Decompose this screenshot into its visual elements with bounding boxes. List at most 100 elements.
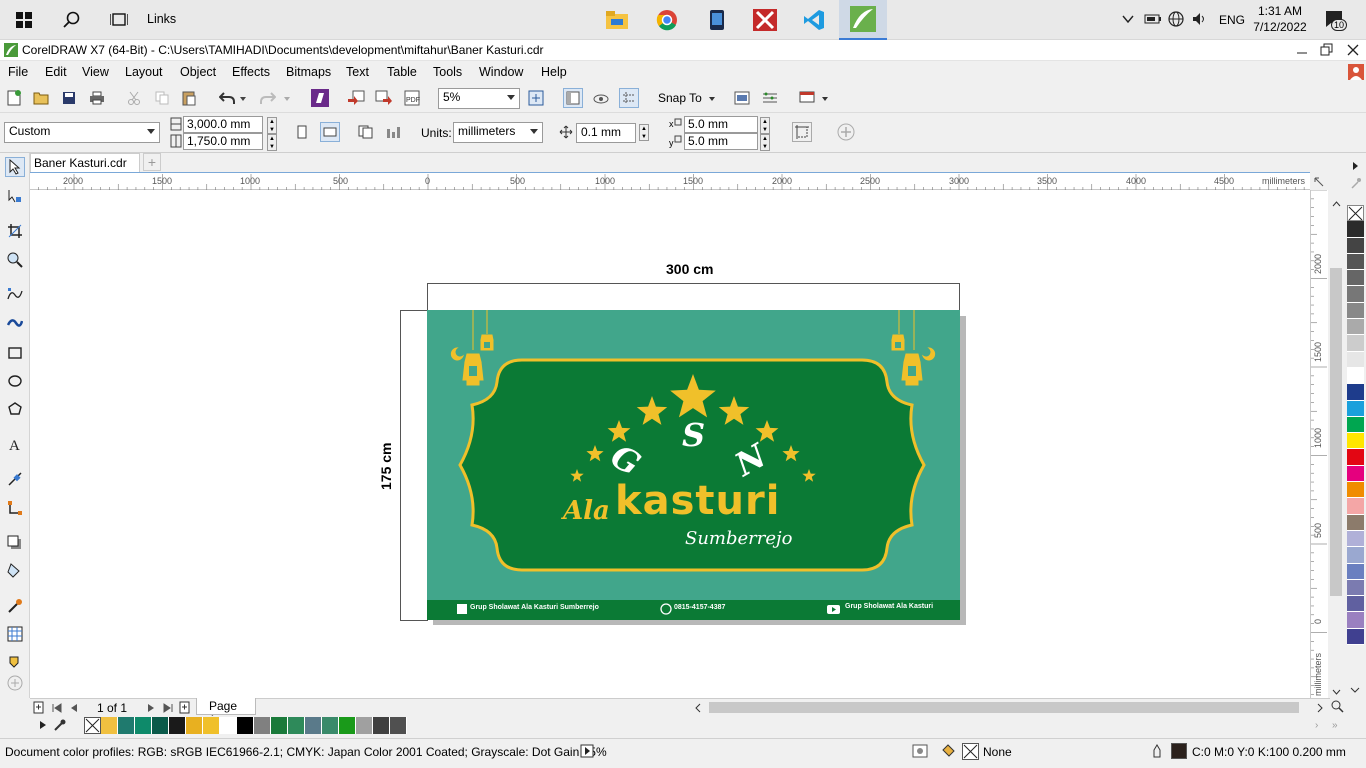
coreldraw-app-icon[interactable]: [4, 43, 18, 60]
nudge-spinner[interactable]: ▲ ▼: [639, 124, 649, 141]
outline-pen-icon[interactable]: [1151, 743, 1163, 762]
previous-page-icon[interactable]: [70, 702, 78, 716]
rectangle-tool-icon[interactable]: [5, 343, 25, 363]
page-width-spinner[interactable]: ▲ ▼: [267, 117, 277, 134]
width-dimension-label[interactable]: 300 cm: [666, 261, 713, 277]
add-tool-icon[interactable]: [5, 674, 25, 692]
search-content-icon[interactable]: [310, 88, 330, 108]
color-proof-icon[interactable]: [912, 744, 928, 761]
palette-swatch[interactable]: [1347, 221, 1364, 238]
redo-dropdown-icon[interactable]: [284, 97, 290, 101]
document-palette-swatch[interactable]: [271, 717, 288, 734]
menu-object[interactable]: Object: [180, 65, 216, 79]
network-globe-icon[interactable]: [1168, 11, 1184, 30]
chevron-up-icon[interactable]: [1122, 13, 1134, 27]
import-icon[interactable]: [346, 88, 366, 108]
duplicate-x-spinner[interactable]: ▲ ▼: [760, 117, 770, 134]
show-grid-icon[interactable]: [591, 88, 611, 108]
add-quick-customize-icon[interactable]: [836, 122, 856, 142]
menu-table[interactable]: Table: [387, 65, 417, 79]
menu-effects[interactable]: Effects: [232, 65, 270, 79]
document-palette-swatch[interactable]: [203, 717, 220, 734]
height-dimension-box[interactable]: [400, 310, 428, 621]
welcome-screen-icon[interactable]: [797, 88, 817, 108]
document-palette-more-icon[interactable]: »: [1332, 720, 1338, 731]
menu-edit[interactable]: Edit: [45, 65, 67, 79]
scroll-down-icon[interactable]: [1332, 684, 1341, 698]
document-palette-swatch[interactable]: [152, 717, 169, 734]
color-eyedropper-icon[interactable]: [5, 596, 25, 616]
menu-tools[interactable]: Tools: [433, 65, 462, 79]
volume-icon[interactable]: [1192, 12, 1208, 29]
add-page-icon[interactable]: [33, 701, 45, 717]
document-palette-swatch[interactable]: [186, 717, 203, 734]
transparency-tool-icon[interactable]: [5, 561, 25, 581]
menu-view[interactable]: View: [82, 65, 109, 79]
document-palette-swatch[interactable]: [339, 717, 356, 734]
snap-to-dropdown-icon[interactable]: [709, 97, 715, 101]
palette-swatch[interactable]: [1347, 351, 1364, 368]
scroll-left-icon[interactable]: [695, 702, 701, 716]
clock[interactable]: 1:31 AM 7/12/2022: [1252, 3, 1308, 35]
scroll-right-icon[interactable]: [1317, 702, 1323, 716]
duplicate-distance-y-field[interactable]: 5.0 mm: [684, 133, 758, 150]
horizontal-ruler[interactable]: 2000 1500 1000 500 0 500 1000 1500 2000 …: [30, 172, 1310, 190]
document-palette-swatch[interactable]: [322, 717, 339, 734]
cut-icon[interactable]: [124, 88, 144, 108]
nudge-distance-field[interactable]: 0.1 mm: [576, 123, 636, 143]
task-view-icon[interactable]: [105, 6, 133, 34]
crop-tool-icon[interactable]: [5, 221, 25, 241]
palette-swatch[interactable]: [1347, 465, 1364, 483]
print-icon[interactable]: [87, 88, 107, 108]
artistic-media-icon[interactable]: [5, 313, 25, 333]
copy-icon[interactable]: [152, 88, 172, 108]
palette-swatch[interactable]: [1347, 416, 1364, 434]
outline-color-swatch[interactable]: [1171, 743, 1187, 759]
undo-icon[interactable]: [217, 88, 237, 108]
palette-swatch[interactable]: [1347, 270, 1364, 287]
full-screen-preview-icon[interactable]: [563, 88, 583, 108]
all-pages-icon[interactable]: [356, 122, 376, 142]
paste-icon[interactable]: [179, 88, 199, 108]
palette-swatch[interactable]: [1347, 498, 1364, 515]
banner-artwork[interactable]: G S N Ala kasturi Sumberrejo Grup Sholaw…: [427, 310, 960, 620]
pick-tool-icon[interactable]: [5, 157, 25, 177]
zoom-to-page-icon[interactable]: [526, 88, 546, 108]
palette-swatch[interactable]: [1347, 335, 1364, 352]
palette-swatch[interactable]: [1347, 253, 1364, 271]
height-dimension-label[interactable]: 175 cm: [378, 443, 394, 490]
current-page-icon[interactable]: [384, 122, 404, 142]
palette-swatch[interactable]: [1347, 579, 1364, 597]
document-palette-swatch[interactable]: [169, 717, 186, 734]
add-page-after-icon[interactable]: [179, 701, 191, 717]
last-page-icon[interactable]: [163, 702, 173, 716]
vscode-icon[interactable]: [800, 6, 828, 34]
document-palette-swatch[interactable]: [254, 717, 271, 734]
zoom-level-combo[interactable]: 5%: [438, 88, 520, 109]
welcome-dropdown-icon[interactable]: [822, 97, 828, 101]
page-height-spinner[interactable]: ▲ ▼: [267, 134, 277, 151]
palette-swatch[interactable]: [1347, 482, 1364, 499]
dock-pin-icon[interactable]: [1350, 176, 1362, 193]
document-palette-swatch[interactable]: [373, 717, 390, 734]
navigator-zoom-icon[interactable]: [1331, 700, 1344, 716]
menu-help[interactable]: Help: [541, 65, 567, 79]
fill-bucket-icon[interactable]: [940, 744, 956, 763]
open-icon[interactable]: [31, 88, 51, 108]
fill-swatch-icon[interactable]: [962, 743, 979, 760]
minimize-icon[interactable]: [1296, 44, 1308, 59]
vertical-ruler[interactable]: 2000 1500 1000 500 0 millimeters: [1310, 190, 1328, 698]
document-palette-menu-icon[interactable]: [39, 719, 47, 733]
portrait-icon[interactable]: [292, 122, 312, 142]
text-tool-icon[interactable]: A: [5, 434, 25, 454]
page-tab[interactable]: Page 1: [196, 698, 256, 727]
drawing-canvas[interactable]: 300 cm 175 cm G S N Ala kasturi Sumberre…: [30, 190, 1310, 698]
user-account-icon[interactable]: [1348, 64, 1364, 83]
shape-tool-icon[interactable]: [5, 186, 25, 206]
palette-swatch[interactable]: [1347, 449, 1364, 466]
menu-file[interactable]: File: [8, 65, 28, 79]
palette-swatch[interactable]: [1347, 596, 1364, 613]
document-palette-swatch[interactable]: [390, 717, 407, 734]
save-icon[interactable]: [59, 88, 79, 108]
vertical-scrollbar[interactable]: [1328, 190, 1344, 698]
